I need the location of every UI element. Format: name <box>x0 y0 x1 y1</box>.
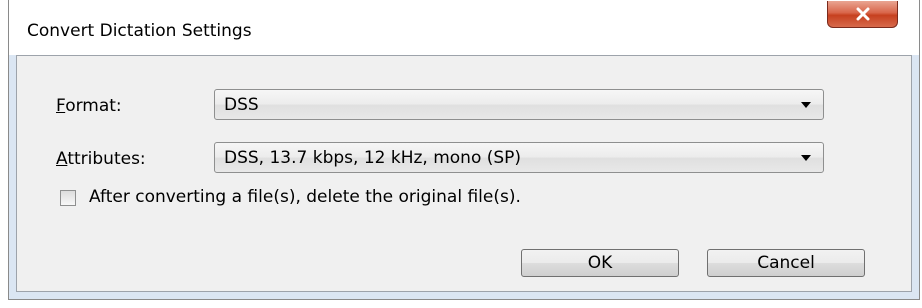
delete-original-label[interactable]: After converting a file(s), delete the o… <box>89 187 521 207</box>
ok-button[interactable]: OK <box>521 249 679 277</box>
window-title: Convert Dictation Settings <box>27 21 252 41</box>
attributes-label: Attributes: <box>56 149 146 169</box>
close-button[interactable] <box>827 1 898 28</box>
dialog-window: Convert Dictation Settings Format: DSS A… <box>8 0 920 300</box>
format-dropdown-value: DSS <box>224 95 259 115</box>
format-dropdown[interactable]: DSS <box>214 89 824 120</box>
format-label: Format: <box>56 96 122 116</box>
chevron-down-icon <box>801 155 811 161</box>
chevron-down-icon <box>801 102 811 108</box>
delete-original-checkbox[interactable] <box>60 190 76 206</box>
attributes-dropdown[interactable]: DSS, 13.7 kbps, 12 kHz, mono (SP) <box>214 142 824 173</box>
close-icon <box>855 7 871 21</box>
attributes-dropdown-value: DSS, 13.7 kbps, 12 kHz, mono (SP) <box>224 148 522 168</box>
dialog-client-area: Format: DSS Attributes: DSS, 13.7 kbps, … <box>16 55 912 292</box>
title-bar[interactable]: Convert Dictation Settings <box>9 0 919 55</box>
cancel-button[interactable]: Cancel <box>707 249 865 277</box>
